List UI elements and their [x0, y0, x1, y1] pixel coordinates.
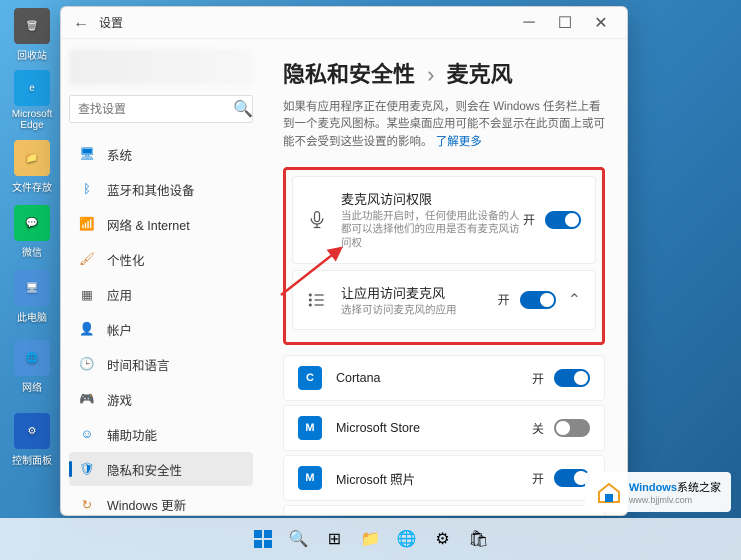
- app-name: Microsoft 照片: [336, 469, 532, 488]
- app-item: M Microsoft 照片开: [283, 455, 605, 501]
- search-icon: 🔍: [233, 99, 253, 119]
- app-item: XXbox Game Bar开: [283, 505, 605, 515]
- sidebar-item-label: Windows 更新: [107, 495, 186, 514]
- sidebar-item-label: 时间和语言: [107, 355, 170, 374]
- system-icon: 🖥: [79, 146, 95, 162]
- network-icon: 📶: [79, 216, 95, 232]
- app-item: C Cortana开: [283, 355, 605, 401]
- close-button[interactable]: ✕: [583, 9, 619, 37]
- taskbar-taskview[interactable]: ⊞: [320, 524, 350, 554]
- personalize-icon: 🖌: [79, 251, 95, 267]
- sidebar-item-label: 辅助功能: [107, 425, 157, 444]
- sidebar-item-update[interactable]: ↻ Windows 更新: [69, 487, 253, 515]
- app-icon: M: [298, 416, 322, 440]
- search-input[interactable]: [78, 102, 233, 116]
- watermark: Windows系统之家 www.bjjmlv.com: [585, 472, 731, 512]
- taskbar-edge[interactable]: 🌐: [392, 524, 422, 554]
- microphone-icon: [307, 210, 327, 230]
- app-access-state: 开: [498, 291, 510, 308]
- app-access-title: 让应用访问麦克风: [341, 283, 498, 302]
- sidebar-item-personalize[interactable]: 🖌 个性化: [69, 242, 253, 276]
- account-icon: 👤: [79, 321, 95, 337]
- mic-access-card: 麦克风访问权限 当此功能开启时，任何使用此设备的人都可以选择他们的应用是否有麦克…: [292, 176, 596, 264]
- content-pane: 隐私和安全性 › 麦克风 如果有应用程序正在使用麦克风，则会在 Windows …: [261, 39, 627, 515]
- start-button[interactable]: [248, 524, 278, 554]
- app-toggle[interactable]: [554, 369, 590, 387]
- app-toggle[interactable]: [554, 419, 590, 437]
- update-icon: ↻: [79, 496, 95, 512]
- sidebar-item-label: 系统: [107, 145, 132, 164]
- apps-icon: ▦: [79, 286, 95, 302]
- taskbar-explorer[interactable]: 📁: [356, 524, 386, 554]
- desktop-icon-control[interactable]: ⚙控制面板: [8, 413, 56, 467]
- privacy-icon: 🛡: [79, 461, 95, 477]
- sidebar: 🔍 🖥 系统 ᛒ 蓝牙和其他设备 📶 网络 & Internet 🖌 个性化 ▦ 应用 👤 帐户 🕒 时间…: [61, 39, 261, 515]
- app-item: M Microsoft Store关: [283, 405, 605, 451]
- watermark-logo-icon: [595, 478, 623, 506]
- sidebar-item-privacy[interactable]: 🛡 隐私和安全性: [69, 452, 253, 486]
- app-icon: C: [298, 366, 322, 390]
- app-state: 开: [532, 370, 544, 387]
- desktop-icon-edge[interactable]: eMicrosoft Edge: [8, 70, 56, 131]
- app-name: Microsoft Store: [336, 421, 532, 435]
- taskbar: 🔍 ⊞ 📁 🌐 ⚙ 🛍: [0, 518, 741, 560]
- sidebar-item-label: 帐户: [107, 320, 132, 339]
- sidebar-item-bluetooth[interactable]: ᛒ 蓝牙和其他设备: [69, 172, 253, 206]
- sidebar-item-label: 蓝牙和其他设备: [107, 180, 195, 199]
- page-description: 如果有应用程序正在使用麦克风，则会在 Windows 任务栏上看到一个麦克风图标…: [283, 99, 605, 151]
- sidebar-item-label: 个性化: [107, 250, 145, 269]
- sidebar-item-system[interactable]: 🖥 系统: [69, 137, 253, 171]
- settings-window: ← 设置 ─ ☐ ✕ 🔍 🖥 系统 ᛒ 蓝牙和其他设备 📶 网络 & Internet 🖌 个…: [60, 6, 628, 516]
- app-access-toggle[interactable]: [520, 291, 556, 309]
- learn-more-link[interactable]: 了解更多: [436, 136, 482, 148]
- breadcrumb: 隐私和安全性 › 麦克风: [283, 57, 605, 89]
- maximize-button[interactable]: ☐: [547, 9, 583, 37]
- desktop-icon-network[interactable]: 🌐网络: [8, 340, 56, 394]
- titlebar: ← 设置 ─ ☐ ✕: [61, 7, 627, 39]
- app-name: Cortana: [336, 371, 532, 385]
- mic-access-title: 麦克风访问权限: [341, 189, 523, 208]
- sidebar-item-network[interactable]: 📶 网络 & Internet: [69, 207, 253, 241]
- app-access-desc: 选择可访问麦克风的应用: [341, 304, 498, 318]
- sidebar-item-gaming[interactable]: 🎮 游戏: [69, 382, 253, 416]
- highlight-box: 麦克风访问权限 当此功能开启时，任何使用此设备的人都可以选择他们的应用是否有麦克…: [283, 167, 605, 346]
- bluetooth-icon: ᛒ: [79, 181, 95, 197]
- sidebar-item-label: 隐私和安全性: [107, 460, 182, 479]
- mic-access-desc: 当此功能开启时，任何使用此设备的人都可以选择他们的应用是否有麦克风访问权: [341, 210, 523, 251]
- desktop-icon-files[interactable]: 📁文件存放: [8, 140, 56, 194]
- back-button[interactable]: ←: [69, 11, 93, 35]
- desktop-icon-recycle[interactable]: 🗑回收站: [8, 8, 56, 62]
- app-icon: M: [298, 466, 322, 490]
- user-card[interactable]: [69, 49, 253, 85]
- sidebar-item-label: 应用: [107, 285, 132, 304]
- window-title: 设置: [99, 14, 123, 31]
- sidebar-item-time[interactable]: 🕒 时间和语言: [69, 347, 253, 381]
- breadcrumb-parent[interactable]: 隐私和安全性: [283, 62, 415, 87]
- gaming-icon: 🎮: [79, 391, 95, 407]
- desktop-icon-wechat[interactable]: 💬微信: [8, 205, 56, 259]
- taskbar-search[interactable]: 🔍: [284, 524, 314, 554]
- sidebar-item-apps[interactable]: ▦ 应用: [69, 277, 253, 311]
- time-icon: 🕒: [79, 356, 95, 372]
- mic-access-state: 开: [523, 211, 535, 228]
- app-state: 开: [532, 470, 544, 487]
- sidebar-item-accessibility[interactable]: ☺ 辅助功能: [69, 417, 253, 451]
- breadcrumb-current: 麦克风: [447, 62, 513, 87]
- taskbar-settings[interactable]: ⚙: [428, 524, 458, 554]
- minimize-button[interactable]: ─: [511, 9, 547, 37]
- accessibility-icon: ☺: [79, 426, 95, 442]
- app-access-card: 让应用访问麦克风 选择可访问麦克风的应用 开 ⌃: [292, 270, 596, 331]
- list-icon: [307, 290, 327, 310]
- breadcrumb-sep: ›: [427, 62, 434, 87]
- app-state: 关: [532, 420, 544, 437]
- mic-access-toggle[interactable]: [545, 211, 581, 229]
- sidebar-item-account[interactable]: 👤 帐户: [69, 312, 253, 346]
- sidebar-item-label: 网络 & Internet: [107, 215, 190, 234]
- chevron-up-icon[interactable]: ⌃: [568, 290, 581, 310]
- search-box[interactable]: 🔍: [69, 95, 253, 123]
- taskbar-store[interactable]: 🛍: [464, 524, 494, 554]
- desktop-icon-pc[interactable]: 🖥此电脑: [8, 270, 56, 324]
- sidebar-item-label: 游戏: [107, 390, 132, 409]
